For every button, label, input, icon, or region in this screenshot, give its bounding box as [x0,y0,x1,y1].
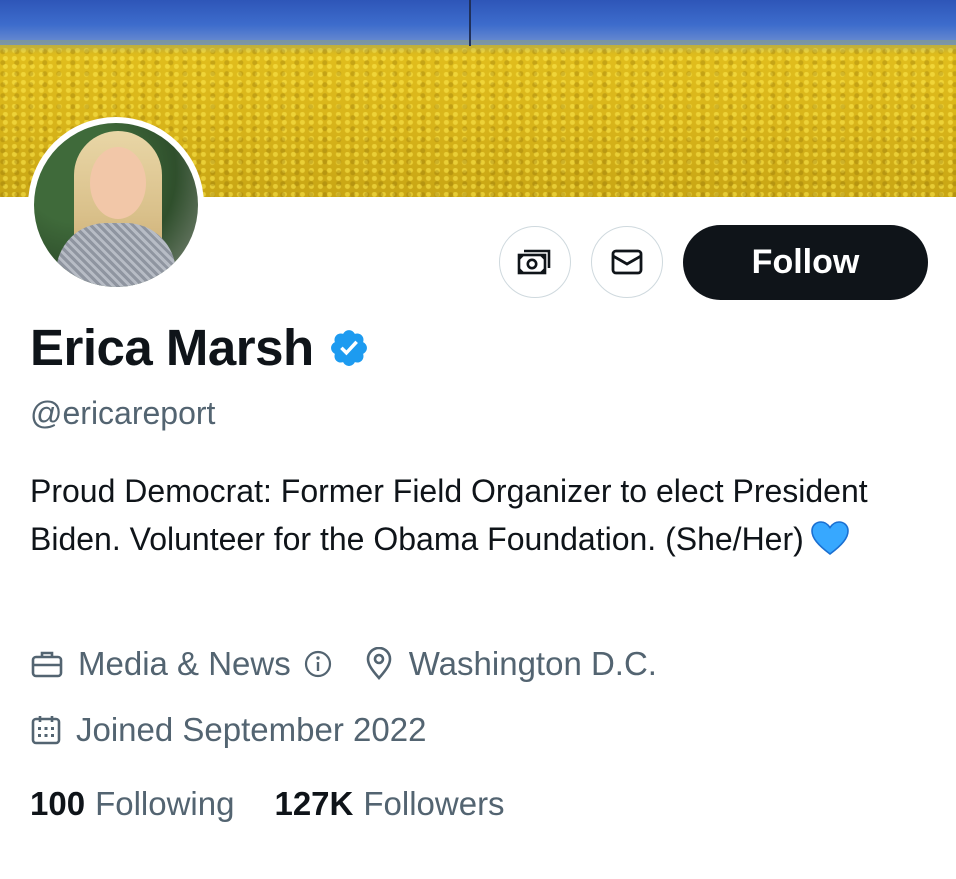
money-icon [517,249,551,275]
banner-sky [0,0,956,45]
profile-meta-row: Media & News Washington D.C. [30,645,657,683]
blue-heart-icon [810,520,850,569]
profile-handle: @ericareport [30,395,216,431]
banner-horizon [0,40,956,54]
message-button[interactable] [591,226,663,298]
verified-badge-icon [330,329,367,366]
profile-bio: Proud Democrat: Former Field Organizer t… [30,467,930,569]
bio-text: Proud Democrat: Former Field Organizer t… [30,473,868,557]
profile-stats: 100 Following 127K Followers [30,785,505,823]
avatar-face [90,147,146,219]
calendar-icon [31,716,61,745]
profile-name: Erica Marsh [30,319,314,376]
envelope-icon [611,249,643,275]
banner-pole [469,0,471,46]
location-pin-icon [366,647,392,680]
following-count: 100 [30,785,86,822]
profile-name-row: Erica Marsh [30,318,370,377]
info-icon[interactable] [303,649,333,679]
following-link[interactable]: 100 Following [30,785,234,823]
tip-button[interactable] [499,226,571,298]
profile-category: Media & News [78,645,291,682]
followers-label: Followers [363,785,505,822]
profile-joined-row: Joined September 2022 [30,711,426,749]
follow-button[interactable]: Follow [683,225,928,300]
followers-count: 127K [274,785,354,822]
following-label: Following [95,785,235,822]
profile-location: Washington D.C. [408,645,657,682]
followers-link[interactable]: 127K Followers [274,785,504,823]
profile-avatar[interactable] [28,117,204,293]
profile-joined-date: Joined September 2022 [76,711,427,748]
briefcase-icon [31,651,63,678]
avatar-photo [34,123,198,287]
